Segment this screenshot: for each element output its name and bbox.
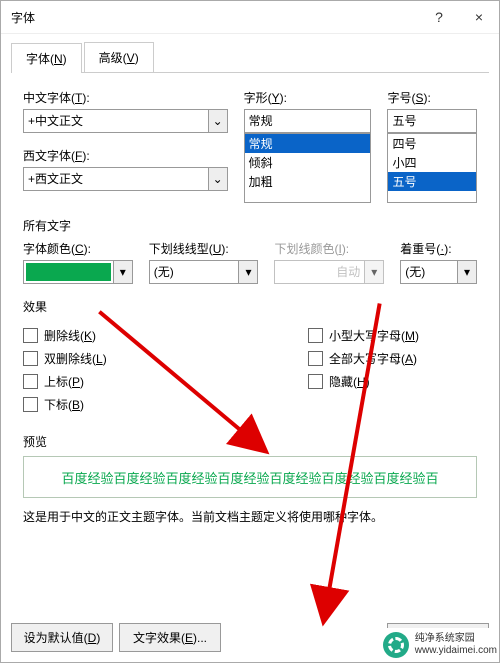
cn-font-combo[interactable]: +中文正文 ⌄ bbox=[23, 109, 228, 133]
set-default-button[interactable]: 设为默认值(D) bbox=[11, 623, 113, 652]
color-swatch bbox=[26, 263, 111, 281]
underline-color-combo: 自动 ▾ bbox=[274, 260, 384, 284]
list-item[interactable]: 常规 bbox=[245, 134, 371, 153]
chevron-down-icon: ▾ bbox=[364, 261, 383, 283]
window-title: 字体 bbox=[11, 9, 419, 26]
font-style-input[interactable]: 常规 bbox=[244, 109, 372, 133]
chevron-down-icon[interactable]: ▾ bbox=[457, 261, 476, 283]
emphasis-combo[interactable]: (无) ▾ bbox=[400, 260, 477, 284]
all-caps-checkbox[interactable]: 全部大写字母(A) bbox=[308, 350, 477, 367]
font-size-list[interactable]: 四号 小四 五号 bbox=[387, 133, 477, 203]
all-text-label: 所有文字 bbox=[23, 217, 477, 234]
list-item[interactable]: 五号 bbox=[388, 172, 476, 191]
font-color-combo[interactable]: ▾ bbox=[23, 260, 133, 284]
watermark-title: 纯净系统家园 bbox=[415, 633, 497, 645]
strikethrough-checkbox[interactable]: 删除线(K) bbox=[23, 327, 192, 344]
underline-style-label: 下划线线型(U): bbox=[149, 240, 259, 257]
chevron-down-icon[interactable]: ▾ bbox=[238, 261, 257, 283]
hidden-checkbox[interactable]: 隐藏(H) bbox=[308, 373, 477, 390]
titlebar: 字体 ? × bbox=[1, 1, 499, 34]
en-font-combo[interactable]: +西文正文 ⌄ bbox=[23, 167, 228, 191]
list-item[interactable]: 倾斜 bbox=[245, 153, 371, 172]
font-color-label: 字体颜色(C): bbox=[23, 240, 133, 257]
chevron-down-icon[interactable]: ▾ bbox=[113, 261, 132, 283]
tab-font[interactable]: 字体(N) bbox=[11, 43, 82, 73]
watermark: 纯净系统家园 www.yidaimei.com bbox=[381, 628, 499, 662]
chevron-down-icon[interactable]: ⌄ bbox=[208, 168, 227, 190]
en-font-label: 西文字体(F): bbox=[23, 147, 228, 164]
list-item[interactable]: 小四 bbox=[388, 153, 476, 172]
font-size-input[interactable]: 五号 bbox=[387, 109, 477, 133]
cn-font-label: 中文字体(T): bbox=[23, 89, 228, 106]
underline-style-combo[interactable]: (无) ▾ bbox=[149, 260, 259, 284]
preview-label: 预览 bbox=[23, 433, 477, 450]
font-style-label: 字形(Y): bbox=[244, 89, 372, 106]
font-dialog: 字体 ? × 字体(N) 高级(V) 中文字体(T): +中文正文 ⌄ 西文字体… bbox=[0, 0, 500, 663]
preview-note: 这是用于中文的正文主题字体。当前文档主题定义将使用哪种字体。 bbox=[23, 508, 477, 525]
list-item[interactable]: 四号 bbox=[388, 134, 476, 153]
underline-color-label: 下划线颜色(I): bbox=[274, 240, 384, 257]
preview-box: 百度经验百度经验百度经验百度经验百度经验百度经验百度经验百 bbox=[23, 456, 477, 498]
help-button[interactable]: ? bbox=[419, 1, 459, 33]
superscript-checkbox[interactable]: 上标(P) bbox=[23, 373, 192, 390]
close-button[interactable]: × bbox=[459, 1, 499, 33]
subscript-checkbox[interactable]: 下标(B) bbox=[23, 396, 192, 413]
watermark-url: www.yidaimei.com bbox=[415, 645, 497, 657]
effects-label: 效果 bbox=[23, 298, 477, 315]
tab-strip: 字体(N) 高级(V) bbox=[11, 42, 489, 73]
tab-advanced[interactable]: 高级(V) bbox=[84, 42, 154, 72]
emphasis-label: 着重号(·): bbox=[400, 240, 477, 257]
watermark-logo-icon bbox=[383, 632, 409, 658]
double-strikethrough-checkbox[interactable]: 双删除线(L) bbox=[23, 350, 192, 367]
font-style-list[interactable]: 常规 倾斜 加粗 bbox=[244, 133, 372, 203]
small-caps-checkbox[interactable]: 小型大写字母(M) bbox=[308, 327, 477, 344]
font-size-label: 字号(S): bbox=[387, 89, 477, 106]
text-effects-button[interactable]: 文字效果(E)... bbox=[119, 623, 221, 652]
list-item[interactable]: 加粗 bbox=[245, 172, 371, 191]
chevron-down-icon[interactable]: ⌄ bbox=[208, 110, 227, 132]
